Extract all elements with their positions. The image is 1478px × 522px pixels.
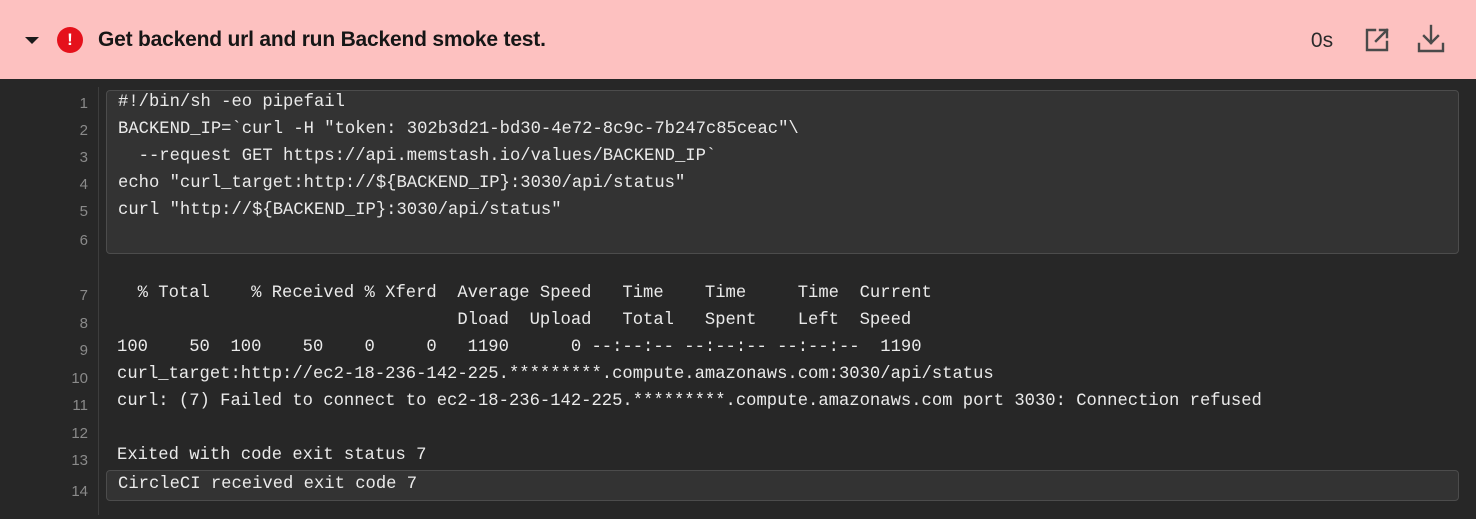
line-number: 12 xyxy=(71,425,88,442)
command-block xyxy=(106,90,1459,254)
line-number: 4 xyxy=(79,176,88,193)
step-duration: 0s xyxy=(1310,29,1334,52)
output-line: Dload Upload Total Spent Left Speed xyxy=(117,311,912,330)
download-icon[interactable] xyxy=(1416,24,1446,54)
command-line: #!/bin/sh -eo pipefail xyxy=(118,93,345,112)
line-number: 11 xyxy=(72,397,88,414)
open-external-icon[interactable] xyxy=(1364,27,1390,53)
line-number: 7 xyxy=(79,287,88,304)
line-number: 10 xyxy=(71,370,88,387)
output-line: % Total % Received % Xferd Average Speed… xyxy=(117,284,932,303)
command-line: curl "http://${BACKEND_IP}:3030/api/stat… xyxy=(118,201,562,220)
step-title: Get backend url and run Backend smoke te… xyxy=(98,28,546,51)
gutter-divider xyxy=(98,87,99,515)
chevron-down-icon[interactable] xyxy=(21,30,43,50)
error-icon: ! xyxy=(57,27,83,53)
line-number: 3 xyxy=(79,149,88,166)
line-number: 9 xyxy=(79,342,88,359)
log-output: 1 2 3 4 5 6 7 8 9 10 11 12 13 14 #!/bin/… xyxy=(0,79,1476,519)
line-number: 13 xyxy=(71,452,88,469)
line-number: 1 xyxy=(79,95,88,112)
line-number: 14 xyxy=(71,483,88,500)
exit-code-line: CircleCI received exit code 7 xyxy=(118,475,418,494)
job-step: ! Get backend url and run Backend smoke … xyxy=(0,0,1478,522)
line-number: 2 xyxy=(79,122,88,139)
command-line: echo "curl_target:http://${BACKEND_IP}:3… xyxy=(118,174,686,193)
output-line: Exited with code exit status 7 xyxy=(117,446,427,465)
output-line: curl_target:http://ec2-18-236-142-225.**… xyxy=(117,365,994,384)
line-number: 8 xyxy=(79,315,88,332)
line-number: 6 xyxy=(79,232,88,249)
command-line: BACKEND_IP=`curl -H "token: 302b3d21-bd3… xyxy=(118,120,799,139)
command-line: --request GET https://api.memstash.io/va… xyxy=(118,147,717,166)
step-header[interactable]: ! Get backend url and run Backend smoke … xyxy=(0,0,1476,79)
line-number: 5 xyxy=(79,203,88,220)
output-line: curl: (7) Failed to connect to ec2-18-23… xyxy=(117,392,1262,411)
output-line: 100 50 100 50 0 0 1190 0 --:--:-- --:--:… xyxy=(117,338,922,357)
